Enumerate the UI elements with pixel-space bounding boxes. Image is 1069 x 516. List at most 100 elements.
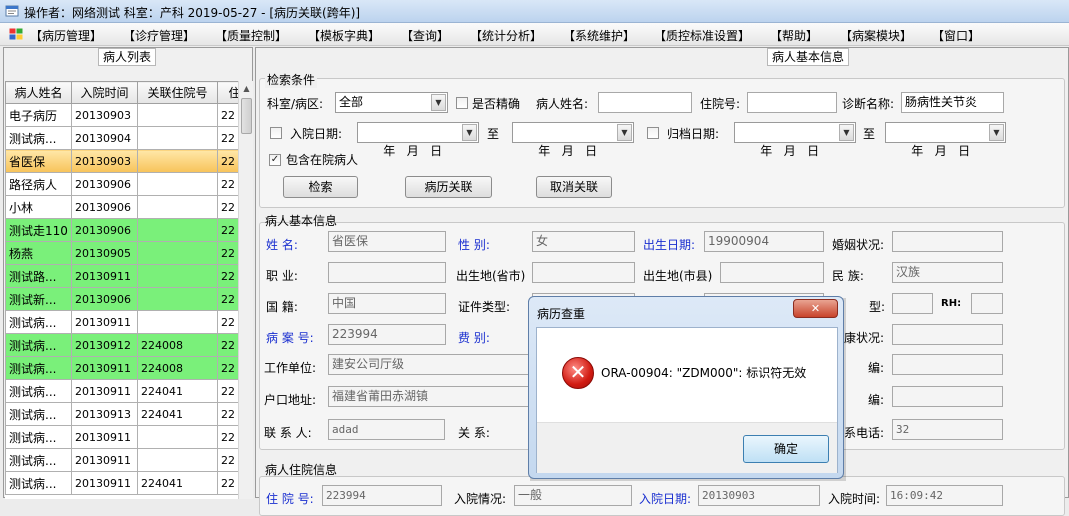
patient-name-cell[interactable]: 测试病...: [5, 425, 72, 449]
admit-date-cell[interactable]: 20130904: [71, 126, 138, 150]
patient-name-cell[interactable]: 小林: [5, 195, 72, 219]
linked-no-cell[interactable]: [137, 172, 218, 196]
menu-template-dictionary[interactable]: 【模板字典】: [308, 27, 380, 44]
table-row[interactable]: 测试病... 20130911 22: [5, 425, 238, 449]
birthplace-province-field[interactable]: [532, 262, 635, 283]
sex-field[interactable]: 女: [532, 231, 635, 252]
admit-date-to[interactable]: 年 月 日 ▼: [512, 122, 634, 158]
search-button[interactable]: 检索: [283, 176, 358, 198]
diagnosis-input[interactable]: 肠病性关节炎: [901, 92, 1004, 113]
patient-list-scrollbar[interactable]: ▲: [238, 81, 253, 499]
admit-date-cell[interactable]: 20130911: [71, 448, 138, 472]
ok-button[interactable]: 确定: [743, 435, 829, 463]
linked-no-cell[interactable]: [137, 149, 218, 173]
patient-name-cell[interactable]: 测试病...: [5, 402, 72, 426]
table-row[interactable]: 测试病... 20130911 22: [5, 310, 238, 334]
mdi-window-icon[interactable]: [9, 28, 23, 40]
linked-no-cell[interactable]: [137, 126, 218, 150]
inpatient-no-cell[interactable]: 22: [217, 379, 238, 403]
linked-no-cell[interactable]: 224041: [137, 379, 218, 403]
column-header-name[interactable]: 病人姓名: [5, 81, 72, 104]
linked-no-cell[interactable]: 224008: [137, 333, 218, 357]
patient-name-cell[interactable]: 测试病...: [5, 310, 72, 334]
menu-window[interactable]: 【窗口】: [932, 27, 980, 44]
inpatient-no-cell[interactable]: 22: [217, 218, 238, 242]
menu-statistics[interactable]: 【统计分析】: [470, 27, 542, 44]
table-row[interactable]: 路径病人 20130906 22: [5, 172, 238, 196]
patient-name-cell[interactable]: 测试病...: [5, 126, 72, 150]
occupation-field[interactable]: [328, 262, 446, 283]
admission-condition-field[interactable]: 一般: [514, 485, 632, 506]
admit-date-cell[interactable]: 20130906: [71, 218, 138, 242]
close-icon[interactable]: ✕: [793, 299, 838, 318]
table-row[interactable]: 测试病... 20130911 224041 22: [5, 379, 238, 403]
menu-diagnosis-management[interactable]: 【诊疗管理】: [123, 27, 195, 44]
patient-name-cell[interactable]: 测试病...: [5, 448, 72, 472]
linked-no-cell[interactable]: [137, 241, 218, 265]
inpatient-no-cell[interactable]: 22: [217, 471, 238, 495]
admit-date-cell[interactable]: 20130905: [71, 241, 138, 265]
patient-name-cell[interactable]: 测试病...: [5, 356, 72, 380]
patient-name-cell[interactable]: 测试病...: [5, 379, 72, 403]
patient-name-cell[interactable]: 杨燕: [5, 241, 72, 265]
admit-date-checkbox[interactable]: [270, 127, 282, 139]
inpatient-no-cell[interactable]: 22: [217, 241, 238, 265]
table-row[interactable]: 测试病... 20130911 22: [5, 448, 238, 472]
blood-type-field[interactable]: [892, 293, 933, 314]
linked-no-cell[interactable]: 224041: [137, 471, 218, 495]
birthplace-city-field[interactable]: [720, 262, 824, 283]
linked-no-cell[interactable]: [137, 103, 218, 127]
archive-date-from[interactable]: 年 月 日 ▼: [734, 122, 856, 158]
admit-date-cell[interactable]: 20130903: [71, 149, 138, 173]
admit-date-cell[interactable]: 20130911: [71, 264, 138, 288]
inpatient-no-cell[interactable]: 22: [217, 356, 238, 380]
case-number-field[interactable]: 223994: [328, 324, 446, 345]
admit-date-cell[interactable]: 20130903: [71, 103, 138, 127]
rh-field[interactable]: [971, 293, 1003, 314]
admit-date-cell[interactable]: 20130911: [71, 356, 138, 380]
linked-no-cell[interactable]: 224008: [137, 356, 218, 380]
postcode-field[interactable]: [892, 354, 1003, 375]
menu-quality-control[interactable]: 【质量控制】: [215, 27, 287, 44]
inpatient-no-cell[interactable]: 22: [217, 103, 238, 127]
patient-name-cell[interactable]: 测试路...: [5, 264, 72, 288]
inpatient-no-cell[interactable]: 22: [217, 333, 238, 357]
inpatient-no-cell[interactable]: 22: [217, 195, 238, 219]
patient-name-input[interactable]: [598, 92, 692, 113]
inpatient-no-cell[interactable]: 22: [217, 310, 238, 334]
admit-date-cell[interactable]: 20130906: [71, 195, 138, 219]
menu-record-management[interactable]: 【病历管理】: [30, 27, 102, 44]
admission-no-field[interactable]: 223994: [322, 485, 442, 506]
table-row[interactable]: 电子病历 20130903 22: [5, 103, 238, 127]
contact-phone-field[interactable]: 32: [892, 419, 1003, 440]
table-row[interactable]: 测试新... 20130906 22: [5, 287, 238, 311]
nationality-field[interactable]: 中国: [328, 293, 446, 314]
menu-qc-standards[interactable]: 【质控标准设置】: [654, 27, 750, 44]
dept-select[interactable]: 全部 ▼: [335, 92, 448, 113]
link-records-button[interactable]: 病历关联: [405, 176, 492, 198]
admit-date-cell[interactable]: 20130906: [71, 287, 138, 311]
inpatient-no-cell[interactable]: 22: [217, 425, 238, 449]
linked-no-cell[interactable]: 224041: [137, 402, 218, 426]
table-row[interactable]: 测试走110 20130906 22: [5, 218, 238, 242]
table-row[interactable]: 小林 20130906 22: [5, 195, 238, 219]
table-row[interactable]: 测试病... 20130911 224041 22: [5, 471, 238, 495]
inpatient-no-cell[interactable]: 22: [217, 126, 238, 150]
column-header-admit-date[interactable]: 入院时间: [71, 81, 138, 104]
menu-case-module[interactable]: 【病案模块】: [840, 27, 912, 44]
archive-date-checkbox[interactable]: [647, 127, 659, 139]
patient-name-cell[interactable]: 电子病历: [5, 103, 72, 127]
admit-date-cell[interactable]: 20130911: [71, 471, 138, 495]
table-row[interactable]: 杨燕 20130905 22: [5, 241, 238, 265]
admit-date-cell[interactable]: 20130913: [71, 402, 138, 426]
admit-date-cell[interactable]: 20130911: [71, 425, 138, 449]
linked-no-cell[interactable]: [137, 425, 218, 449]
address-postcode-field[interactable]: [892, 386, 1003, 407]
linked-no-cell[interactable]: [137, 287, 218, 311]
table-row[interactable]: 测试病... 20130912 224008 22: [5, 333, 238, 357]
marital-status-field[interactable]: [892, 231, 1003, 252]
column-header-linked-no[interactable]: 关联住院号: [137, 81, 218, 104]
name-field[interactable]: 省医保: [328, 231, 446, 252]
inpatient-no-cell[interactable]: 22: [217, 264, 238, 288]
archive-date-to[interactable]: 年 月 日 ▼: [885, 122, 1006, 158]
